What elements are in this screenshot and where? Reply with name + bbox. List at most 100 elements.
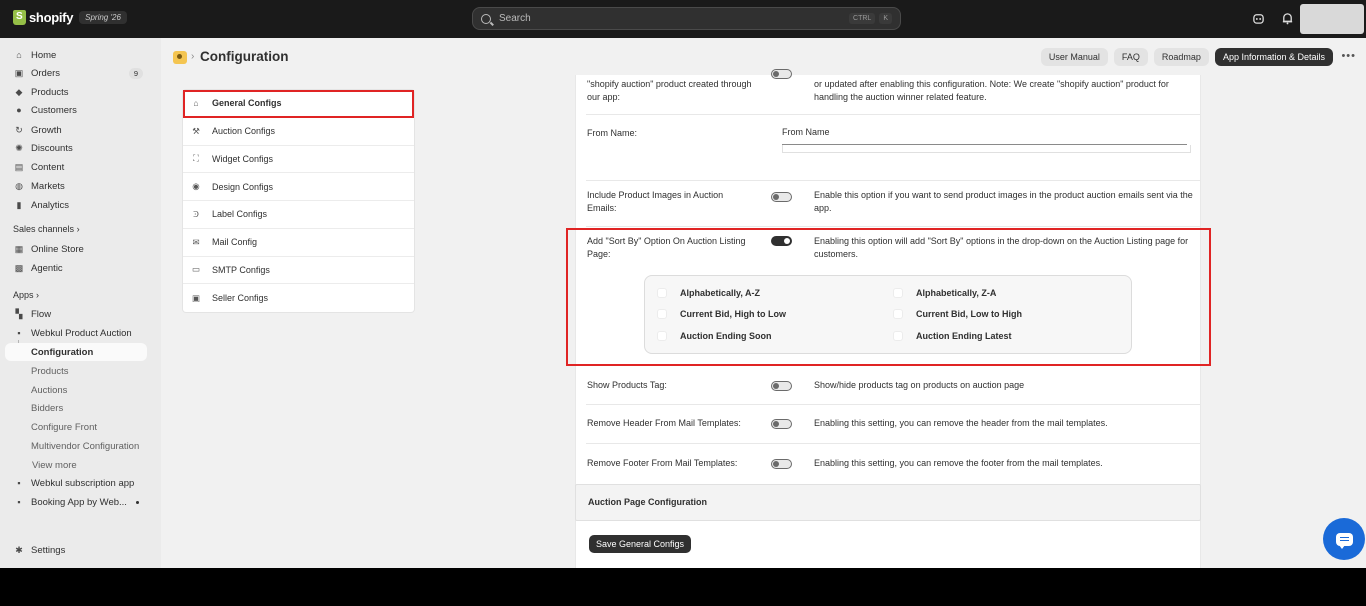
checkbox[interactable] (657, 331, 667, 341)
sidebar-item-growth[interactable]: ↻ Growth (5, 121, 147, 139)
auction-page-config-section[interactable]: Auction Page Configuration (575, 484, 1201, 521)
chat-button[interactable] (1323, 518, 1365, 560)
sidebar-item-settings[interactable]: ✱ Settings (5, 541, 147, 559)
shopify-logo[interactable]: shopify Spring '26 (13, 10, 127, 25)
sort-option-ending-soon[interactable]: Auction Ending Soon (657, 331, 772, 341)
main-content: › Configuration User Manual FAQ Roadmap … (161, 38, 1366, 568)
shopify-bag-icon (13, 10, 26, 25)
checkbox[interactable] (893, 288, 903, 298)
show-tag-toggle[interactable] (771, 381, 792, 391)
gear-icon: ✱ (15, 544, 23, 555)
sidebar-item-booking-app[interactable]: ▪ Booking App by Web... (5, 493, 147, 511)
sidebar-item-analytics[interactable]: ▮ Analytics (5, 196, 147, 214)
sidebar-item-discounts[interactable]: ✺ Discounts (5, 139, 147, 157)
setting-row-remove-footer: Remove Footer From Mail Templates: Enabl… (586, 444, 1201, 484)
sidebar-label: Markets (31, 180, 65, 192)
sort-option-label: Auction Ending Latest (916, 331, 1012, 341)
account-avatar[interactable] (1300, 4, 1364, 34)
mail-icon: ✉ (192, 236, 200, 247)
config-nav: ⌂ General Configs ⚒ Auction Configs ⛶ Widge… (183, 90, 414, 312)
config-nav-smtp[interactable]: ▭ SMTP Configs (183, 257, 414, 285)
sidebar-item-configure-front[interactable]: Configure Front (5, 418, 147, 436)
config-nav-auction[interactable]: ⚒ Auction Configs (183, 118, 414, 146)
sidebar-item-home[interactable]: ⌂ Home (5, 46, 147, 64)
sidebar-item-customers[interactable]: ● Customers (5, 101, 147, 119)
config-nav-label: Auction Configs (212, 126, 276, 137)
section-label: Sales channels (13, 224, 75, 234)
include-images-toggle[interactable] (771, 192, 792, 202)
checkbox[interactable] (893, 331, 903, 341)
sort-option-label: Current Bid, High to Low (680, 309, 786, 319)
app-information-button[interactable]: App Information & Details (1214, 48, 1333, 66)
setting-row-include-images: Include Product Images in Auction Emails… (586, 181, 1201, 227)
config-nav-widget[interactable]: ⛶ Widget Configs (183, 146, 414, 174)
sidebar-item-multivendor[interactable]: Multivendor Configuration (5, 437, 147, 455)
sort-option-a-z[interactable]: Alphabetically, A-Z (657, 288, 760, 298)
sidebar-item-webkul-auction[interactable]: ▪ Webkul Product Auction (5, 324, 147, 342)
apps-heading[interactable]: Apps › (13, 290, 39, 300)
checkbox[interactable] (657, 309, 667, 319)
sidebar-item-auction-products[interactable]: Products (5, 362, 147, 380)
save-general-configs-button[interactable]: Save General Configs (589, 535, 692, 553)
more-actions-icon[interactable]: ••• (1341, 50, 1356, 62)
sidebar-item-content[interactable]: ▤ Content (5, 158, 147, 176)
config-nav-design[interactable]: ◉ Design Configs (183, 173, 414, 201)
config-nav-mail[interactable]: ✉ Mail Config (183, 229, 414, 257)
sidebar-item-orders[interactable]: ▣ Orders 9 (5, 64, 147, 82)
sort-option-z-a[interactable]: Alphabetically, Z-A (893, 288, 996, 298)
remove-header-toggle[interactable] (771, 419, 792, 429)
sidebar-item-agentic[interactable]: ▩ Agentic (5, 259, 147, 277)
sidebar-label: Online Store (31, 243, 84, 255)
sidebar-item-online-store[interactable]: ▦ Online Store (5, 240, 147, 258)
sort-option-ending-latest[interactable]: Auction Ending Latest (893, 331, 1012, 341)
sidebar-item-subscription-app[interactable]: ▪ Webkul subscription app (5, 474, 147, 492)
sidebar-label: Configure Front (31, 421, 98, 433)
config-nav-label[interactable]: Ꜿ Label Configs (183, 201, 414, 229)
top-bar: shopify Spring '26 Search CTRL K (0, 0, 1366, 38)
sidebar-item-products[interactable]: ◆ Products (5, 83, 147, 101)
auction-product-toggle[interactable] (771, 69, 792, 79)
sidebar-label: Customers (31, 104, 77, 116)
label-icon: Ꜿ (193, 208, 199, 219)
seller-icon: ▣ (191, 292, 201, 303)
from-name-input[interactable]: From Name (782, 125, 1187, 145)
checkbox[interactable] (657, 288, 667, 298)
sort-option-bid-low-high[interactable]: Current Bid, Low to High (893, 309, 1022, 319)
sidebar-item-auctions[interactable]: Auctions (5, 381, 147, 399)
faq-button[interactable]: FAQ (1113, 48, 1148, 66)
assistant-icon[interactable] (1252, 12, 1265, 25)
sidebar-label: Webkul Product Auction (31, 327, 132, 339)
config-nav-label: Design Configs (212, 181, 274, 192)
config-nav-general[interactable]: ⌂ General Configs (183, 90, 414, 118)
bell-icon[interactable] (1281, 12, 1294, 25)
sidebar-label: Configuration (31, 346, 94, 358)
page-header: › Configuration User Manual FAQ Roadmap … (161, 38, 1366, 76)
growth-icon: ↻ (15, 124, 23, 135)
sidebar-item-flow[interactable]: ▚ Flow (5, 305, 147, 323)
sort-option-bid-high-low[interactable]: Current Bid, High to Low (657, 309, 786, 319)
remove-footer-toggle[interactable] (771, 459, 792, 469)
sidebar-item-bidders[interactable]: Bidders (5, 399, 147, 417)
search-bar[interactable]: Search CTRL K (472, 7, 901, 30)
sidebar-label: Settings (31, 544, 66, 556)
search-icon (481, 13, 491, 24)
sidebar-item-configuration[interactable]: Configuration (5, 343, 147, 361)
sidebar-item-markets[interactable]: ◍ Markets (5, 177, 147, 195)
search-placeholder: Search (499, 13, 531, 24)
sales-channels-heading[interactable]: Sales channels › (13, 224, 80, 234)
checkbox[interactable] (893, 309, 903, 319)
sidebar-label: Content (31, 161, 65, 173)
tag-icon: ◆ (15, 86, 23, 97)
sidebar-label: Webkul subscription app (31, 477, 135, 489)
section-label: Apps (13, 290, 34, 300)
sidebar-label: Bidders (31, 402, 64, 414)
section-title: Auction Page Configuration (588, 497, 707, 507)
user-manual-button[interactable]: User Manual (1040, 48, 1108, 66)
sidebar: ⌂ Home ▣ Orders 9 ◆ Products ● Customers ↻ Gro… (0, 38, 161, 568)
sidebar-label: Auctions (31, 384, 68, 396)
sidebar-item-view-more[interactable]: View more (5, 456, 147, 474)
config-nav-seller[interactable]: ▣ Seller Configs (183, 284, 414, 312)
roadmap-button[interactable]: Roadmap (1153, 48, 1209, 66)
agentic-icon: ▩ (14, 262, 24, 273)
app-badge-icon[interactable] (173, 51, 187, 64)
